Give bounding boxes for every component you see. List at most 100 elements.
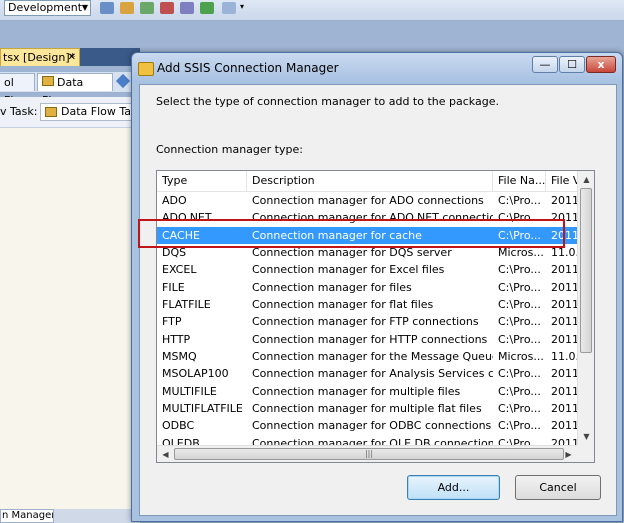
document-tab[interactable]: tsx [Design]* ✕ [0,48,80,66]
scroll-left-icon[interactable]: ◀ [157,446,174,462]
toolbar-button-1[interactable] [100,2,114,14]
list-item[interactable]: MULTIFLATFILE Connection manager for mult… [157,400,577,417]
list-item[interactable]: ODBC Connection manager for ODBC connecti… [157,417,577,434]
ide-toolbar: Development ▼ ▾ [0,0,624,21]
scroll-down-icon[interactable]: ▼ [578,428,594,445]
column-header-description[interactable]: Description [247,171,493,191]
solution-configuration-value: Development [8,1,83,14]
cell-type: ADO.NET [162,211,212,225]
cell-description: Connection manager for files [252,280,412,294]
cell-file-version: 11.0.0 [551,245,577,259]
close-button[interactable]: x [586,56,616,73]
cell-type: CACHE [162,228,200,242]
cell-file-version: 2011. [551,263,577,277]
document-tab-label: tsx [Design]* [3,51,76,64]
list-item[interactable]: DQS Connection manager for DQS server Micr… [157,244,577,261]
cell-file-version: 2011. [551,315,577,329]
cell-type: MSOLAP100 [162,367,229,381]
cell-type: EXCEL [162,263,197,277]
task-selector-value: Data Flow Task [61,105,142,118]
list-item[interactable]: FILE Connection manager for files C:\Pro..… [157,279,577,296]
list-item[interactable]: MULTIFILE Connection manager for multiple… [157,383,577,400]
solution-configuration-combo[interactable]: Development ▼ [4,0,91,16]
toolbar-dropdown-icon[interactable]: ▾ [240,2,244,11]
list-item[interactable]: EXCEL Connection manager for Excel files C… [157,261,577,278]
cell-type: MULTIFLATFILE [162,401,243,415]
cell-file-version: 2011. [551,384,577,398]
horizontal-scrollbar[interactable]: ◀ ||| ▶ [157,445,577,462]
cell-file-version: 2011. [551,332,577,346]
close-icon[interactable]: ✕ [68,49,76,67]
list-item[interactable]: HTTP Connection manager for HTTP connecti… [157,331,577,348]
minimize-button[interactable]: — [532,56,558,73]
connection-type-list[interactable]: Type Description File Na... File V ADO Co… [156,170,595,463]
tab-connection-managers[interactable]: n Managers [0,509,54,523]
list-item[interactable]: MSOLAP100 Connection manager for Analysis… [157,365,577,382]
dialog-title: Add SSIS Connection Manager [157,61,339,75]
cell-file-name: Micros... [498,245,544,259]
add-button[interactable]: Add... [407,475,500,500]
cell-type: FLATFILE [162,297,211,311]
cell-file-version: 2011. [551,367,577,381]
list-item[interactable]: ADO.NET Connection manager for ADO.NET co… [157,209,577,226]
task-label: v Task: [0,105,38,118]
cell-description: Connection manager for Analysis Services… [252,367,493,381]
vertical-scrollbar[interactable]: ▲ ▼ [577,171,594,445]
cell-file-version: 2011. [551,419,577,433]
column-header-type[interactable]: Type [157,171,247,191]
list-item[interactable]: ADO Connection manager for ADO connection… [157,192,577,209]
connection-type-label: Connection manager type: [156,143,303,156]
list-item[interactable]: FTP Connection manager for FTP connection… [157,313,577,330]
scroll-up-icon[interactable]: ▲ [578,171,594,188]
toolbar-button-2[interactable] [120,2,134,14]
cell-file-name: C:\Pro... [498,228,541,242]
list-item[interactable]: MSMQ Connection manager for the Message Q… [157,348,577,365]
toolbar-button-7[interactable] [222,2,236,14]
horizontal-scroll-thumb[interactable]: ||| [174,448,564,460]
cell-type: FILE [162,280,185,294]
cell-file-name: C:\Pro... [498,280,541,294]
cell-description: Connection manager for the Message Queue… [252,349,493,363]
scroll-right-icon[interactable]: ▶ [560,446,577,462]
column-header-file-name[interactable]: File Na... [493,171,546,191]
dialog-titlebar[interactable]: Add SSIS Connection Manager — ☐ x [132,53,622,83]
task-selector-combo[interactable]: Data Flow Task [40,103,142,121]
maximize-button[interactable]: ☐ [559,56,585,73]
scrollbar-corner [577,445,594,462]
cell-description: Connection manager for DQS server [252,245,452,259]
design-surface[interactable] [0,128,140,510]
cell-type: ADO [162,194,187,207]
cell-file-name: C:\Pro... [498,332,541,346]
dialog-app-icon [138,62,154,76]
minimize-icon: — [539,58,551,71]
cell-description: Connection manager for ADO connections [252,194,484,207]
cell-description: Connection manager for HTTP connections [252,332,488,346]
cell-file-name: C:\Pro... [498,401,541,415]
cell-file-name: C:\Pro... [498,211,541,225]
cell-description: Connection manager for FTP connections [252,315,479,329]
list-item[interactable]: CACHE Connection manager for cache C:\Pro.… [157,226,577,244]
cell-type: DQS [162,245,187,259]
tab-control-flow[interactable]: ol Flow [0,73,35,107]
close-icon: x [597,58,605,71]
cell-description: Connection manager for multiple files [252,384,461,398]
list-header: Type Description File Na... File V [157,171,580,192]
tab-data-flow[interactable]: Data Flow [37,73,113,107]
toolbar-button-4[interactable] [160,2,174,14]
cell-file-version: 2011. [551,228,577,242]
toolbar-button-5[interactable] [180,2,194,14]
cell-description: Connection manager for ADO.NET connectio… [252,211,493,225]
cell-description: Connection manager for ODBC connections [252,419,492,433]
cell-file-name: C:\Pro... [498,384,541,398]
toolbar-button-6[interactable] [200,2,214,14]
dialog-body: Select the type of connection manager to… [139,84,617,516]
cell-file-name: C:\Pro... [498,297,541,311]
cell-type: MULTIFILE [162,384,217,398]
cancel-button[interactable]: Cancel [515,475,601,500]
cell-file-version: 2011. [551,194,577,207]
toolbar-button-3[interactable] [140,2,154,14]
vertical-scroll-thumb[interactable] [580,188,592,353]
task-selector-bar: v Task: Data Flow Task [0,97,142,128]
list-item[interactable]: FLATFILE Connection manager for flat file… [157,296,577,313]
cell-file-version: 2011. [551,401,577,415]
